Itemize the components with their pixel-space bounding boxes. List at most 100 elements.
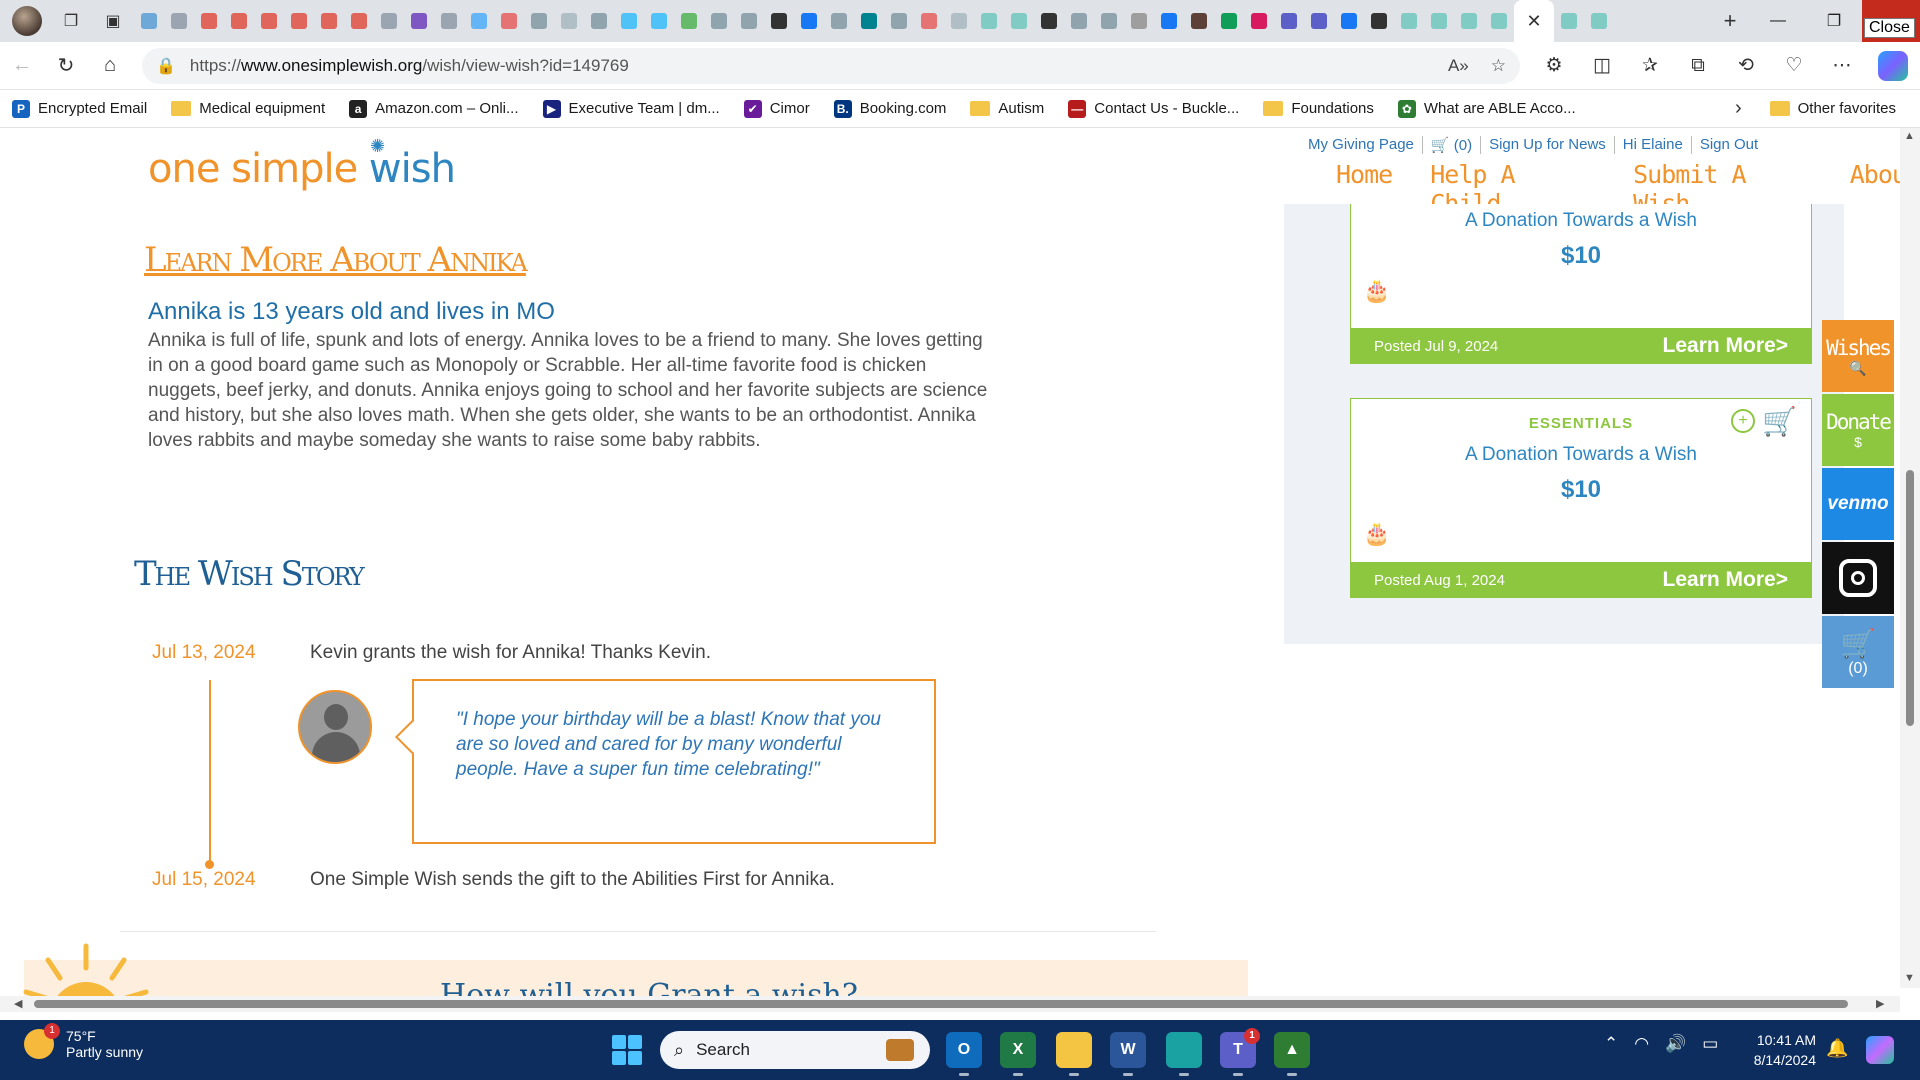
wish-card-1[interactable]: A Donation Towards a Wish $10 🎂 Posted J… [1350, 204, 1812, 364]
browser-tab[interactable] [134, 0, 164, 42]
top-link[interactable]: 🛒 (0) [1423, 136, 1482, 154]
browser-tab[interactable] [1454, 0, 1484, 42]
favorite-star-icon[interactable]: ☆ [1491, 56, 1506, 76]
scroll-up-arrow[interactable]: ▲ [1904, 130, 1915, 142]
browser-tab[interactable] [374, 0, 404, 42]
favorite-item[interactable]: Medical equipment [171, 100, 325, 117]
browser-tab[interactable] [824, 0, 854, 42]
instagram-button[interactable] [1822, 542, 1894, 614]
browser-tab[interactable] [164, 0, 194, 42]
vertical-scroll-thumb[interactable] [1906, 470, 1914, 726]
browser-tab[interactable] [554, 0, 584, 42]
tab-actions-icon[interactable]: ▣ [98, 6, 128, 36]
wifi-icon[interactable]: ◠ [1634, 1034, 1649, 1054]
workspaces-icon[interactable]: ❐ [56, 6, 86, 36]
browser-tab[interactable] [194, 0, 224, 42]
clock[interactable]: 10:41 AM 8/14/2024 [1730, 1030, 1816, 1070]
favorite-item[interactable]: B. Booking.com [833, 99, 946, 118]
taskbar-app-file-explorer[interactable] [1056, 1032, 1092, 1076]
wish-card-2[interactable]: ESSENTIALS + 🛒 A Donation Towards a Wish… [1350, 398, 1812, 598]
vertical-scrollbar[interactable]: ▲ ▼ [1900, 128, 1920, 988]
taskbar-app-outlook[interactable]: O [946, 1032, 982, 1076]
close-tab-icon[interactable]: ✕ [1526, 11, 1541, 32]
volume-icon[interactable]: 🔊 [1665, 1034, 1686, 1054]
copilot-icon[interactable] [1878, 50, 1908, 81]
battery-icon[interactable]: ▭ [1702, 1034, 1718, 1054]
restore-button[interactable]: ❐ [1806, 0, 1862, 42]
browser-tab[interactable] [1064, 0, 1094, 42]
browser-tab[interactable] [884, 0, 914, 42]
refresh-button[interactable]: ↻ [44, 46, 88, 86]
history-icon[interactable]: ⟲ [1722, 46, 1770, 86]
browser-tab[interactable] [1334, 0, 1364, 42]
favorite-item[interactable]: ▶ Executive Team | dm... [542, 99, 720, 118]
site-logo[interactable]: one simple wish ✺ [148, 136, 456, 192]
favorites-icon[interactable]: ✰ [1626, 46, 1674, 86]
browser-tab[interactable] [644, 0, 674, 42]
add-to-cart-icon[interactable]: 🛒 [1762, 405, 1797, 438]
other-favorites[interactable]: Other favorites [1769, 100, 1896, 117]
browser-tab[interactable] [1094, 0, 1124, 42]
browser-tab[interactable] [1004, 0, 1034, 42]
browser-tab[interactable] [404, 0, 434, 42]
scroll-left-arrow[interactable]: ◀ [14, 997, 22, 1010]
top-link[interactable]: My Giving Page [1300, 136, 1423, 154]
tray-expand-icon[interactable]: ⌃ [1604, 1034, 1618, 1054]
browser-tab[interactable] [1424, 0, 1454, 42]
extensions-icon[interactable]: ⚙ [1530, 46, 1578, 86]
back-button[interactable]: ← [0, 46, 44, 86]
favorites-overflow-chevron-icon[interactable]: › [1735, 97, 1742, 120]
taskbar-app-word[interactable]: W [1110, 1032, 1146, 1076]
taskbar-app-edge[interactable] [1166, 1032, 1202, 1076]
taskbar-search[interactable]: ⌕ Search [660, 1031, 930, 1069]
favorite-item[interactable]: ✿ What are ABLE Acco... [1397, 99, 1576, 118]
browser-tab[interactable] [1034, 0, 1064, 42]
top-link[interactable]: Sign Up for News [1481, 136, 1615, 154]
more-menu-icon[interactable]: ⋯ [1818, 46, 1866, 86]
browser-tab[interactable] [914, 0, 944, 42]
favorite-item[interactable]: ✔ Cimor [743, 99, 810, 118]
browser-tab[interactable] [494, 0, 524, 42]
venmo-button[interactable]: venmo [1822, 468, 1894, 540]
browser-tab[interactable] [434, 0, 464, 42]
favorite-item[interactable]: Autism [970, 100, 1044, 117]
taskbar-app-teams[interactable]: T1 [1220, 1028, 1260, 1076]
browser-tab[interactable] [944, 0, 974, 42]
weather-widget[interactable]: 1 75°F Partly sunny [24, 1023, 143, 1060]
browser-tab[interactable] [1124, 0, 1154, 42]
home-button[interactable]: ⌂ [88, 46, 132, 86]
browser-tab[interactable] [854, 0, 884, 42]
browser-tab[interactable] [1274, 0, 1304, 42]
wish-card-learn-more[interactable]: Learn More> [1663, 334, 1788, 358]
top-link[interactable]: Hi Elaine [1615, 136, 1692, 154]
browser-tab[interactable] [1214, 0, 1244, 42]
browser-tab[interactable] [1244, 0, 1274, 42]
split-screen-icon[interactable]: ◫ [1578, 46, 1626, 86]
browser-tab[interactable] [1154, 0, 1184, 42]
favorite-item[interactable]: P Encrypted Email [12, 99, 147, 118]
browser-tab[interactable] [1184, 0, 1214, 42]
browser-tab[interactable] [314, 0, 344, 42]
start-button[interactable] [612, 1035, 642, 1065]
browser-tab[interactable] [704, 0, 734, 42]
notification-bell-icon[interactable]: 🔔 [1826, 1038, 1848, 1059]
browser-tab[interactable] [1584, 0, 1614, 42]
profile-avatar[interactable] [12, 6, 42, 36]
scroll-down-arrow[interactable]: ▼ [1904, 972, 1915, 984]
browser-tab[interactable] [674, 0, 704, 42]
collections-icon[interactable]: ⧉ [1674, 46, 1722, 86]
horizontal-scrollbar[interactable]: ◀ ▶ [0, 996, 1900, 1012]
browser-essentials-icon[interactable]: ♡ [1770, 46, 1818, 86]
browser-tab[interactable] [344, 0, 374, 42]
zoom-in-icon[interactable]: + [1731, 409, 1755, 433]
browser-tab[interactable] [614, 0, 644, 42]
browser-tab[interactable] [464, 0, 494, 42]
browser-tab[interactable] [1554, 0, 1584, 42]
browser-tab[interactable] [1484, 0, 1514, 42]
browser-tab[interactable] [734, 0, 764, 42]
donate-button[interactable]: Donate $ [1822, 394, 1894, 466]
scroll-right-arrow[interactable]: ▶ [1876, 997, 1884, 1010]
browser-tab[interactable] [794, 0, 824, 42]
url-field[interactable]: 🔒 https://www.onesimplewish.org/wish/vie… [142, 47, 1520, 84]
read-aloud-icon[interactable]: A» [1448, 56, 1469, 76]
